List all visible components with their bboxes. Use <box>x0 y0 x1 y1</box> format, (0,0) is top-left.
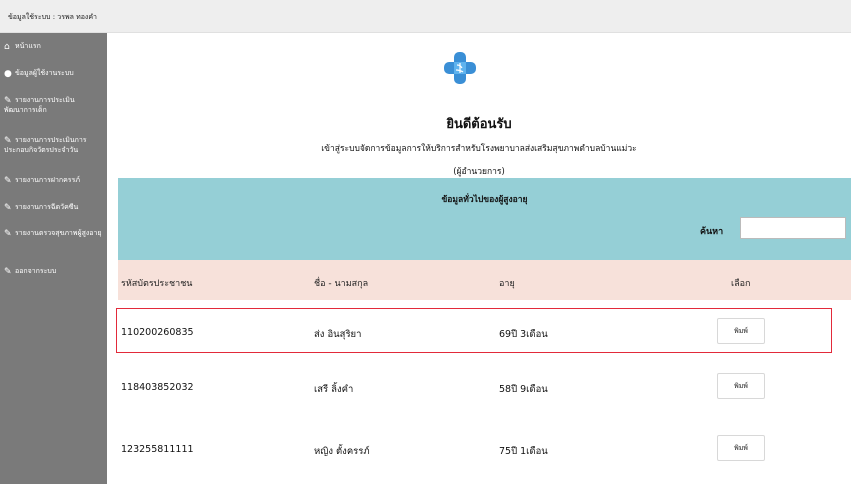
sidebar-item-user-info[interactable]: ● ข้อมูลผู้ใช้งานระบบ <box>4 69 104 79</box>
table-header: รหัสบัตรประชาชน ชื่อ - นามสกุล อายุ เลือ… <box>118 260 851 300</box>
sidebar-item-home[interactable]: ⌂ หน้าแรก <box>4 42 104 52</box>
sidebar-item-label: รายงานการประเมินการประกอบกิจวัตรประจำวัน <box>4 136 87 154</box>
medical-cross-logo-icon <box>444 52 476 84</box>
section-title: ข้อมูลทั่วไปของผู้สูงอายุ <box>441 195 528 205</box>
sidebar-item-label: ออกจากระบบ <box>15 267 57 275</box>
sidebar-item-child-development[interactable]: ✎ รายงานการประเมินพัฒนาการเด็ก <box>4 96 104 115</box>
age: 58ปี 9เดือน <box>499 384 548 395</box>
edit-icon: ✎ <box>4 176 12 186</box>
column-header-age: อายุ <box>499 279 515 289</box>
sidebar-item-label: รายงานการประเมินพัฒนาการเด็ก <box>4 96 75 114</box>
sidebar-item-label: ข้อมูลผู้ใช้งานระบบ <box>15 69 74 77</box>
search-input[interactable] <box>740 217 846 239</box>
column-header-name: ชื่อ - นามสกุล <box>314 279 369 289</box>
search-label: ค้นหา <box>700 227 724 237</box>
print-button[interactable]: พิมพ์ <box>717 373 765 399</box>
sidebar-item-vaccination[interactable]: ✎ รายงานการฉีดวัคซีน <box>4 203 104 213</box>
age: 75ปี 1เดือน <box>499 446 548 457</box>
user-info-text: ข้อมูลใช้ระบบ : วรพล ทองคำ <box>8 13 97 21</box>
section-header: ข้อมูลทั่วไปของผู้สูงอายุ ค้นหา <box>118 178 851 260</box>
page-subtitle: เข้าสู่ระบบจัดการข้อมูลการให้บริการสำหรั… <box>321 144 637 154</box>
sidebar: ⌂ หน้าแรก ● ข้อมูลผู้ใช้งานระบบ ✎ รายงานการ… <box>0 33 107 484</box>
selected-row-highlight <box>116 308 832 353</box>
sidebar-item-logout[interactable]: ✎ ออกจากระบบ <box>4 267 104 277</box>
user-icon: ● <box>4 69 12 79</box>
page-title: ยินดีต้อนรับ <box>446 117 512 132</box>
edit-icon: ✎ <box>4 96 12 106</box>
home-icon: ⌂ <box>4 42 10 52</box>
sidebar-item-label: รายงานการฉีดวัคซีน <box>15 203 79 211</box>
sidebar-item-label: รายงานตรวจสุขภาพผู้สูงอายุ <box>15 229 102 237</box>
full-name: เสรี ลิ้งคำ <box>314 384 354 395</box>
sidebar-item-label: รายงานการฝากครรภ์ <box>15 176 80 184</box>
table-row: 123255811111 หญิง ตั้งครรภ์ 75ปี 1เดือน … <box>118 429 851 471</box>
column-header-id: รหัสบัตรประชาชน <box>121 279 193 289</box>
citizen-id: 123255811111 <box>121 444 194 455</box>
sidebar-item-label: หน้าแรก <box>15 42 41 50</box>
sidebar-item-prenatal[interactable]: ✎ รายงานการฝากครรภ์ <box>4 176 104 186</box>
logout-icon: ✎ <box>4 267 12 277</box>
print-button[interactable]: พิมพ์ <box>717 435 765 461</box>
full-name: หญิง ตั้งครรภ์ <box>314 446 370 457</box>
edit-icon: ✎ <box>4 203 12 213</box>
column-header-select: เลือก <box>731 279 751 289</box>
main-content: ยินดีต้อนรับ เข้าสู่ระบบจัดการข้อมูลการใ… <box>107 33 851 484</box>
top-bar: ข้อมูลใช้ระบบ : วรพล ทองคำ <box>0 0 851 33</box>
sidebar-item-daily-activities[interactable]: ✎ รายงานการประเมินการประกอบกิจวัตรประจำวั… <box>4 136 104 155</box>
user-role: (ผู้อำนวยการ) <box>453 167 505 177</box>
edit-icon: ✎ <box>4 136 12 146</box>
edit-icon: ✎ <box>4 229 12 239</box>
sidebar-item-elderly-checkup[interactable]: ✎ รายงานตรวจสุขภาพผู้สูงอายุ <box>4 229 104 239</box>
citizen-id: 118403852032 <box>121 382 194 393</box>
table-row: 118403852032 เสรี ลิ้งคำ 58ปี 9เดือน พิม… <box>118 367 851 409</box>
